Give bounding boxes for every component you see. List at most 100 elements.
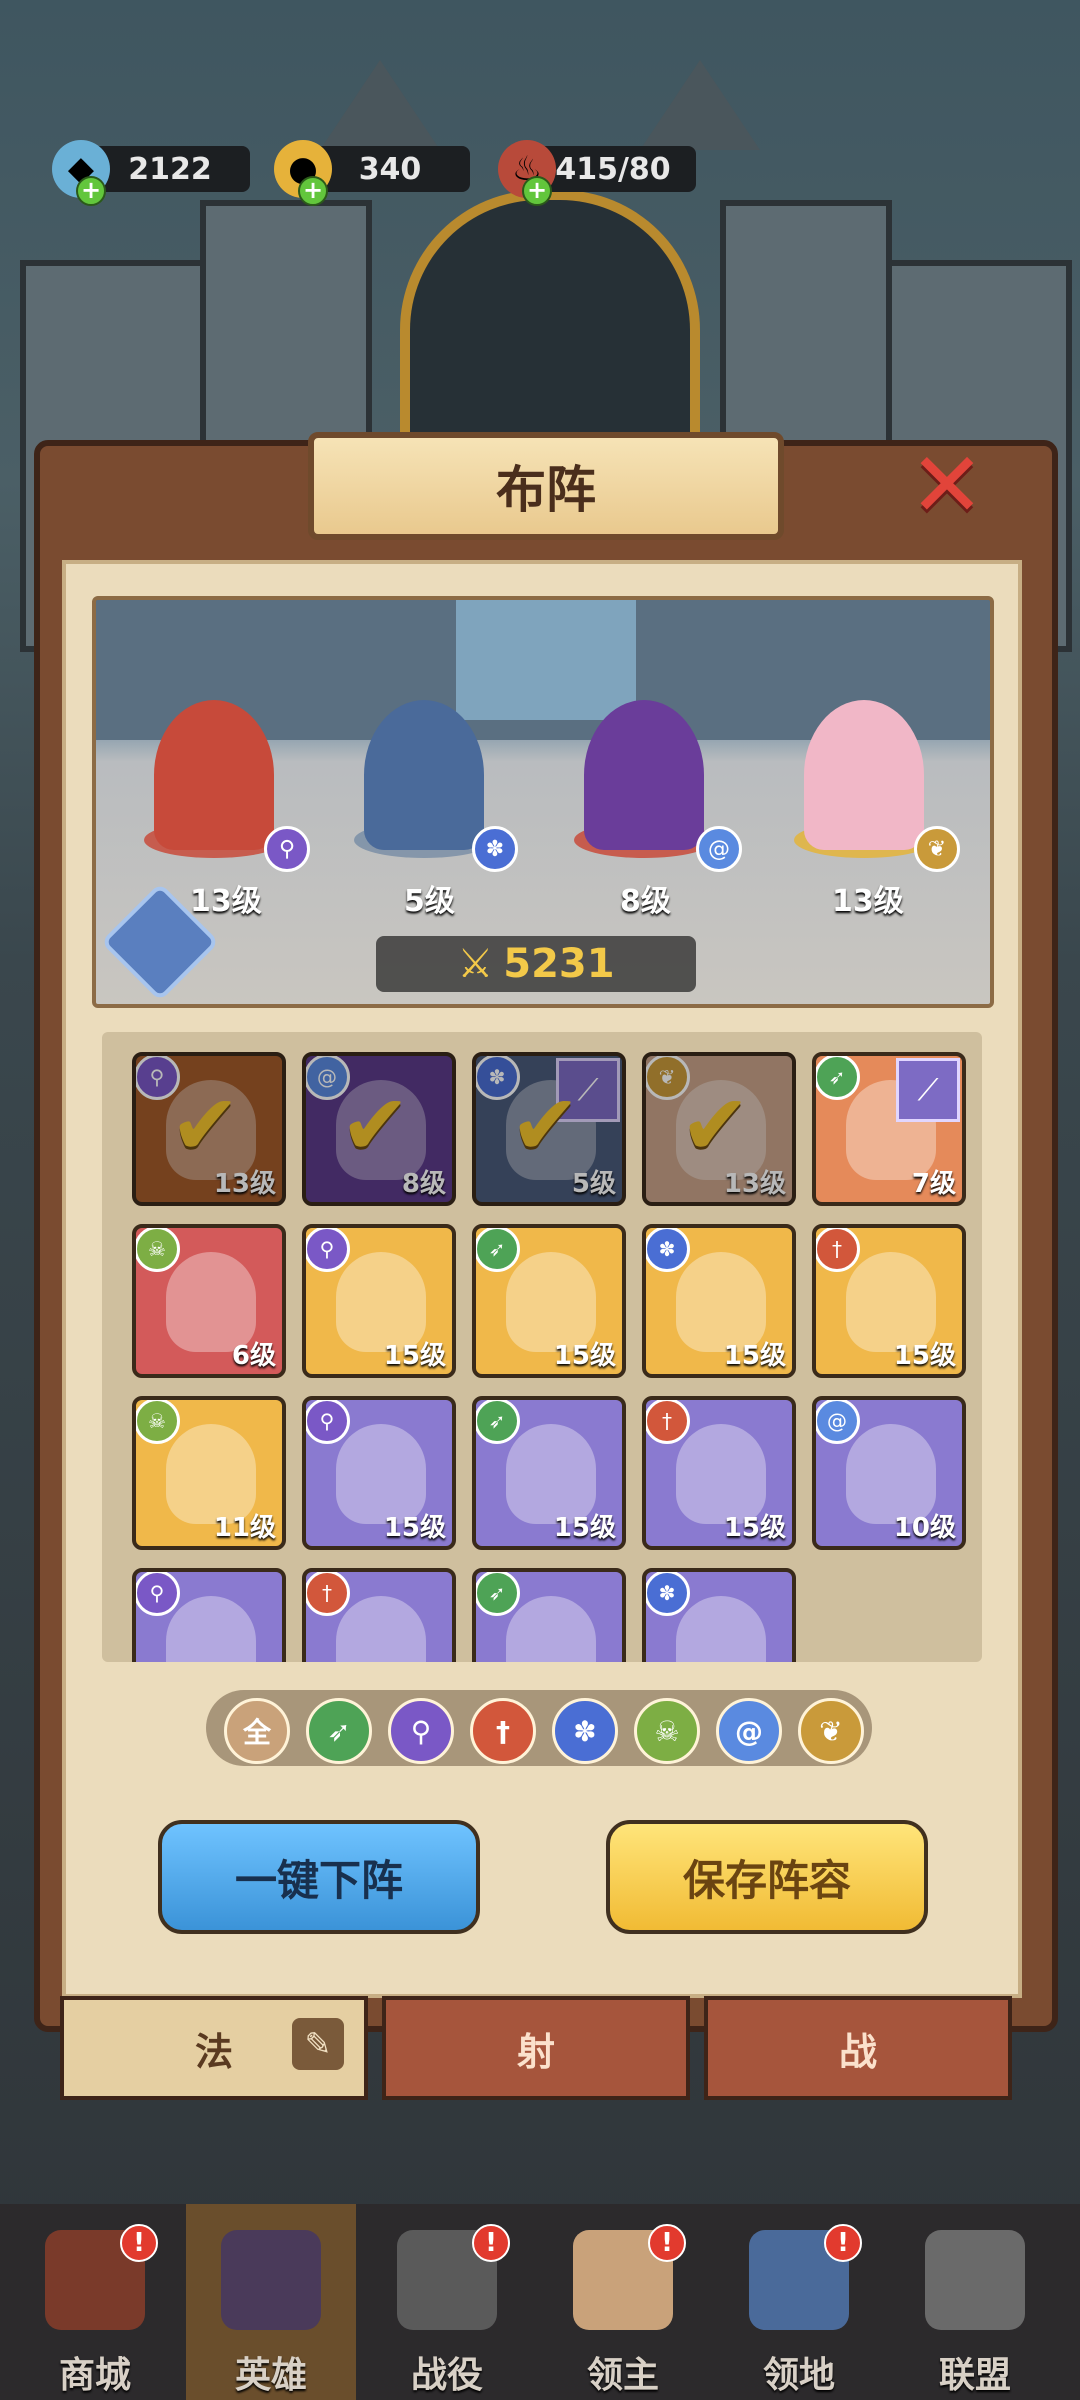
add-gems-icon[interactable]: + <box>76 176 106 206</box>
sword-icon: † <box>306 1572 350 1616</box>
class-filter-bar: 全 ➶ ⚲ † ✽ ☠ @ ❦ <box>206 1690 872 1766</box>
hero-card[interactable]: @10级 <box>812 1396 966 1550</box>
filter-bow-icon[interactable]: ➶ <box>306 1698 372 1764</box>
filter-skull-icon[interactable]: ☠ <box>634 1698 700 1764</box>
weapon-icon: ⟋ <box>896 1058 960 1122</box>
nav-item[interactable]: 英雄 <box>186 2204 356 2400</box>
hero-card-level: 6级 <box>231 1341 276 1371</box>
formation-stage: ⚲ 13级 ✽ 5级 @ 8级 ❦ 13级 ⚔ 5231 <box>92 596 994 1008</box>
hero-portrait <box>506 1596 596 1662</box>
checkmark-icon: ✔ <box>170 1076 241 1174</box>
sword-icon: † <box>646 1400 690 1444</box>
hero-card[interactable]: ❦ ✔ 13级 <box>642 1052 796 1206</box>
crest-icon: ❦ <box>914 826 960 872</box>
hero-card-level: 15级 <box>383 1513 446 1543</box>
alert-icon: ! <box>648 2224 686 2262</box>
filter-staff-icon[interactable]: ⚲ <box>388 1698 454 1764</box>
hero-card-level: 7级 <box>911 1169 956 1199</box>
save-lineup-button[interactable]: 保存阵容 <box>606 1820 928 1934</box>
staff-icon: ⚲ <box>306 1228 350 1272</box>
hero-roster: ⚲ ✔ 13级 @ ✔ 8级 ✽ ⟋ ✔ 5级 ❦ ✔ 13级 ➶ ⟋ 7级 ☠ 6级 ⚲ 15级 ➶ 15级 ✽ 15级 † 1… <box>102 1032 982 1662</box>
hero-card-level: 15级 <box>723 1341 786 1371</box>
hero-portrait <box>676 1596 766 1662</box>
castle-roof <box>640 60 760 150</box>
add-stamina-icon[interactable]: + <box>522 176 552 206</box>
hero-card[interactable]: @ ✔ 8级 <box>302 1052 456 1206</box>
gems-counter: 2122 <box>90 146 250 192</box>
team-power-value: 5231 <box>503 941 615 987</box>
hero-card-level: 13级 <box>213 1169 276 1199</box>
gold-value: 340 <box>358 151 422 187</box>
gems-value: 2122 <box>128 151 212 187</box>
hero-card[interactable]: ➶ 15级 <box>472 1224 626 1378</box>
paw-icon: ✽ <box>472 826 518 872</box>
hero-card[interactable]: † <box>302 1568 456 1662</box>
hero-card-level: 10级 <box>893 1513 956 1543</box>
paw-icon: ✽ <box>646 1228 690 1272</box>
unequip-all-button[interactable]: 一键下阵 <box>158 1820 480 1934</box>
hero-card[interactable]: † 15级 <box>642 1396 796 1550</box>
tab-mage-label: 法 <box>194 2029 233 2074</box>
nav-label: 领地 <box>762 2355 835 2396</box>
hero-card[interactable]: ⚲ <box>132 1568 286 1662</box>
hero-card-level: 15级 <box>383 1341 446 1371</box>
hero-slot-2[interactable] <box>364 700 484 850</box>
hero-card[interactable]: ✽ <box>642 1568 796 1662</box>
nav-icon <box>221 2230 321 2330</box>
skull-icon: ☠ <box>136 1400 180 1444</box>
hero-card[interactable]: ➶ 15级 <box>472 1396 626 1550</box>
nav-label: 英雄 <box>234 2355 307 2396</box>
tab-warrior[interactable]: 战 <box>704 1996 1012 2100</box>
filter-sword-icon[interactable]: † <box>470 1698 536 1764</box>
add-gold-icon[interactable]: + <box>298 176 328 206</box>
hero-card[interactable]: † 15级 <box>812 1224 966 1378</box>
hero-slot-4[interactable] <box>804 700 924 850</box>
nav-item[interactable]: ! 领主 <box>538 2204 708 2400</box>
tab-mage[interactable]: 法 ✎ <box>60 1996 368 2100</box>
hero-card[interactable]: ✽ ⟋ ✔ 5级 <box>472 1052 626 1206</box>
alert-icon: ! <box>824 2224 862 2262</box>
staff-icon: ⚲ <box>264 826 310 872</box>
checkmark-icon: ✔ <box>340 1076 411 1174</box>
team-power: ⚔ 5231 <box>376 936 696 992</box>
tab-archer[interactable]: 射 <box>382 1996 690 2100</box>
filter-crest-icon[interactable]: ❦ <box>798 1698 864 1764</box>
nav-label: 联盟 <box>938 2355 1011 2396</box>
nav-label: 战役 <box>410 2355 483 2396</box>
nav-item[interactable]: ! 战役 <box>362 2204 532 2400</box>
filter-paw-icon[interactable]: ✽ <box>552 1698 618 1764</box>
staff-icon: ⚲ <box>136 1572 180 1616</box>
nav-item[interactable]: ! 领地 <box>714 2204 884 2400</box>
hero-card[interactable]: ➶ <box>472 1568 626 1662</box>
hero-card[interactable]: ☠ 6级 <box>132 1224 286 1378</box>
panel-title: 布阵 <box>308 432 784 540</box>
sword-power-icon: ⚔ <box>457 941 494 987</box>
hero-level-2: 5级 <box>404 884 455 919</box>
hero-portrait <box>336 1596 426 1662</box>
hero-card[interactable]: ⚲ 15级 <box>302 1224 456 1378</box>
bow-icon: ➶ <box>476 1400 520 1444</box>
hero-card-level: 15级 <box>553 1341 616 1371</box>
hero-card[interactable]: ⚲ 15级 <box>302 1396 456 1550</box>
nav-item[interactable]: ! 商城 <box>10 2204 180 2400</box>
close-icon[interactable]: ✕ <box>909 433 984 538</box>
nav-icon <box>925 2230 1025 2330</box>
checkmark-icon: ✔ <box>510 1076 581 1174</box>
bow-icon: ➶ <box>476 1572 520 1616</box>
hero-slot-1[interactable] <box>154 700 274 850</box>
filter-swirl-icon[interactable]: @ <box>716 1698 782 1764</box>
tab-archer-label: 射 <box>516 2029 555 2074</box>
hero-slot-3[interactable] <box>584 700 704 850</box>
nav-item[interactable]: 联盟 <box>890 2204 1060 2400</box>
bottom-nav: ! 商城 英雄! 战役! 领主! 领地 联盟 <box>0 2204 1080 2400</box>
hero-portrait <box>166 1596 256 1662</box>
hero-card[interactable]: ⚲ ✔ 13级 <box>132 1052 286 1206</box>
hero-card[interactable]: ➶ ⟋ 7级 <box>812 1052 966 1206</box>
sword-icon: † <box>816 1228 860 1272</box>
hero-card[interactable]: ✽ 15级 <box>642 1224 796 1378</box>
paw-icon: ✽ <box>573 1714 597 1748</box>
nav-label: 商城 <box>58 2355 131 2396</box>
filter-all-icon[interactable]: 全 <box>224 1698 290 1764</box>
hero-card[interactable]: ☠ 11级 <box>132 1396 286 1550</box>
alert-icon: ! <box>472 2224 510 2262</box>
